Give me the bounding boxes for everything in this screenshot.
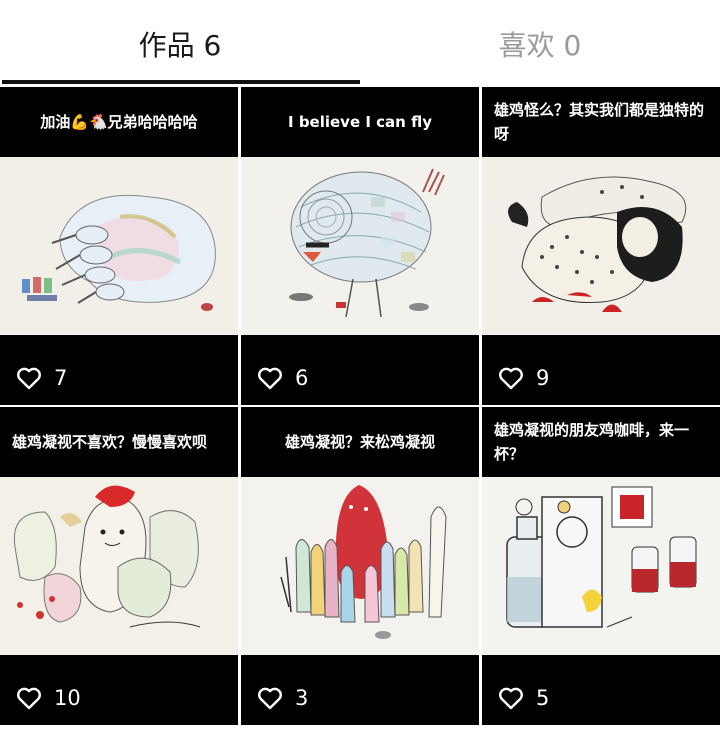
post-image <box>241 477 479 655</box>
artwork-illustration <box>0 477 238 655</box>
like-count-value: 10 <box>54 686 81 710</box>
active-tab-indicator <box>2 80 360 84</box>
post-card[interactable]: I believe I can fly 6 <box>241 87 479 405</box>
like-count-value: 3 <box>295 686 309 710</box>
works-grid: 加油💪🐔兄弟哈哈哈哈 7 I believe I can fly 6 雄鸡怪么？… <box>0 87 720 743</box>
tab-likes[interactable]: 喜欢 0 <box>360 0 720 87</box>
post-image <box>482 477 720 655</box>
post-card[interactable]: 雄鸡凝视的朋友鸡咖啡，来一杯？ 5 <box>482 407 720 725</box>
tab-bar: 作品 6 喜欢 0 <box>0 0 720 87</box>
artwork-illustration <box>241 477 479 655</box>
heart-outline-icon <box>17 687 41 710</box>
post-card[interactable]: 雄鸡凝视不喜欢？慢慢喜欢呗 10 <box>0 407 238 725</box>
like-count-value: 6 <box>295 366 309 390</box>
heart-outline-icon <box>499 367 523 390</box>
like-count[interactable]: 5 <box>498 683 549 713</box>
post-caption: 雄鸡怪么？其实我们都是独特的呀 <box>494 101 705 143</box>
post-card[interactable]: 雄鸡凝视？来松鸡凝视 3 <box>241 407 479 725</box>
artwork-illustration <box>482 157 720 335</box>
artwork-illustration <box>482 477 720 655</box>
like-count-value: 9 <box>536 366 550 390</box>
post-card[interactable]: 雄鸡怪么？其实我们都是独特的呀 9 <box>482 87 720 405</box>
post-image <box>482 157 720 335</box>
heart-outline-icon <box>258 687 282 710</box>
heart-outline-icon <box>17 367 41 390</box>
heart-outline-icon <box>499 687 523 710</box>
post-caption: 雄鸡凝视的朋友鸡咖啡，来一杯？ <box>494 421 690 463</box>
post-image <box>0 157 238 335</box>
like-count[interactable]: 3 <box>257 683 308 713</box>
like-count[interactable]: 10 <box>16 683 81 713</box>
like-count-value: 5 <box>536 686 550 710</box>
tab-works[interactable]: 作品 6 <box>0 0 360 87</box>
post-image <box>241 157 479 335</box>
artwork-illustration <box>241 157 479 335</box>
like-count-value: 7 <box>54 366 68 390</box>
post-image <box>0 477 238 655</box>
like-count[interactable]: 6 <box>257 363 308 393</box>
like-count[interactable]: 9 <box>498 363 549 393</box>
post-caption: 雄鸡凝视不喜欢？慢慢喜欢呗 <box>12 433 208 451</box>
post-caption: 加油💪🐔兄弟哈哈哈哈 <box>40 113 198 131</box>
heart-outline-icon <box>258 367 282 390</box>
artwork-illustration <box>0 157 238 335</box>
like-count[interactable]: 7 <box>16 363 67 393</box>
post-caption: 雄鸡凝视？来松鸡凝视 <box>284 433 435 451</box>
post-caption: I believe I can fly <box>288 113 432 131</box>
post-card[interactable]: 加油💪🐔兄弟哈哈哈哈 7 <box>0 87 238 405</box>
